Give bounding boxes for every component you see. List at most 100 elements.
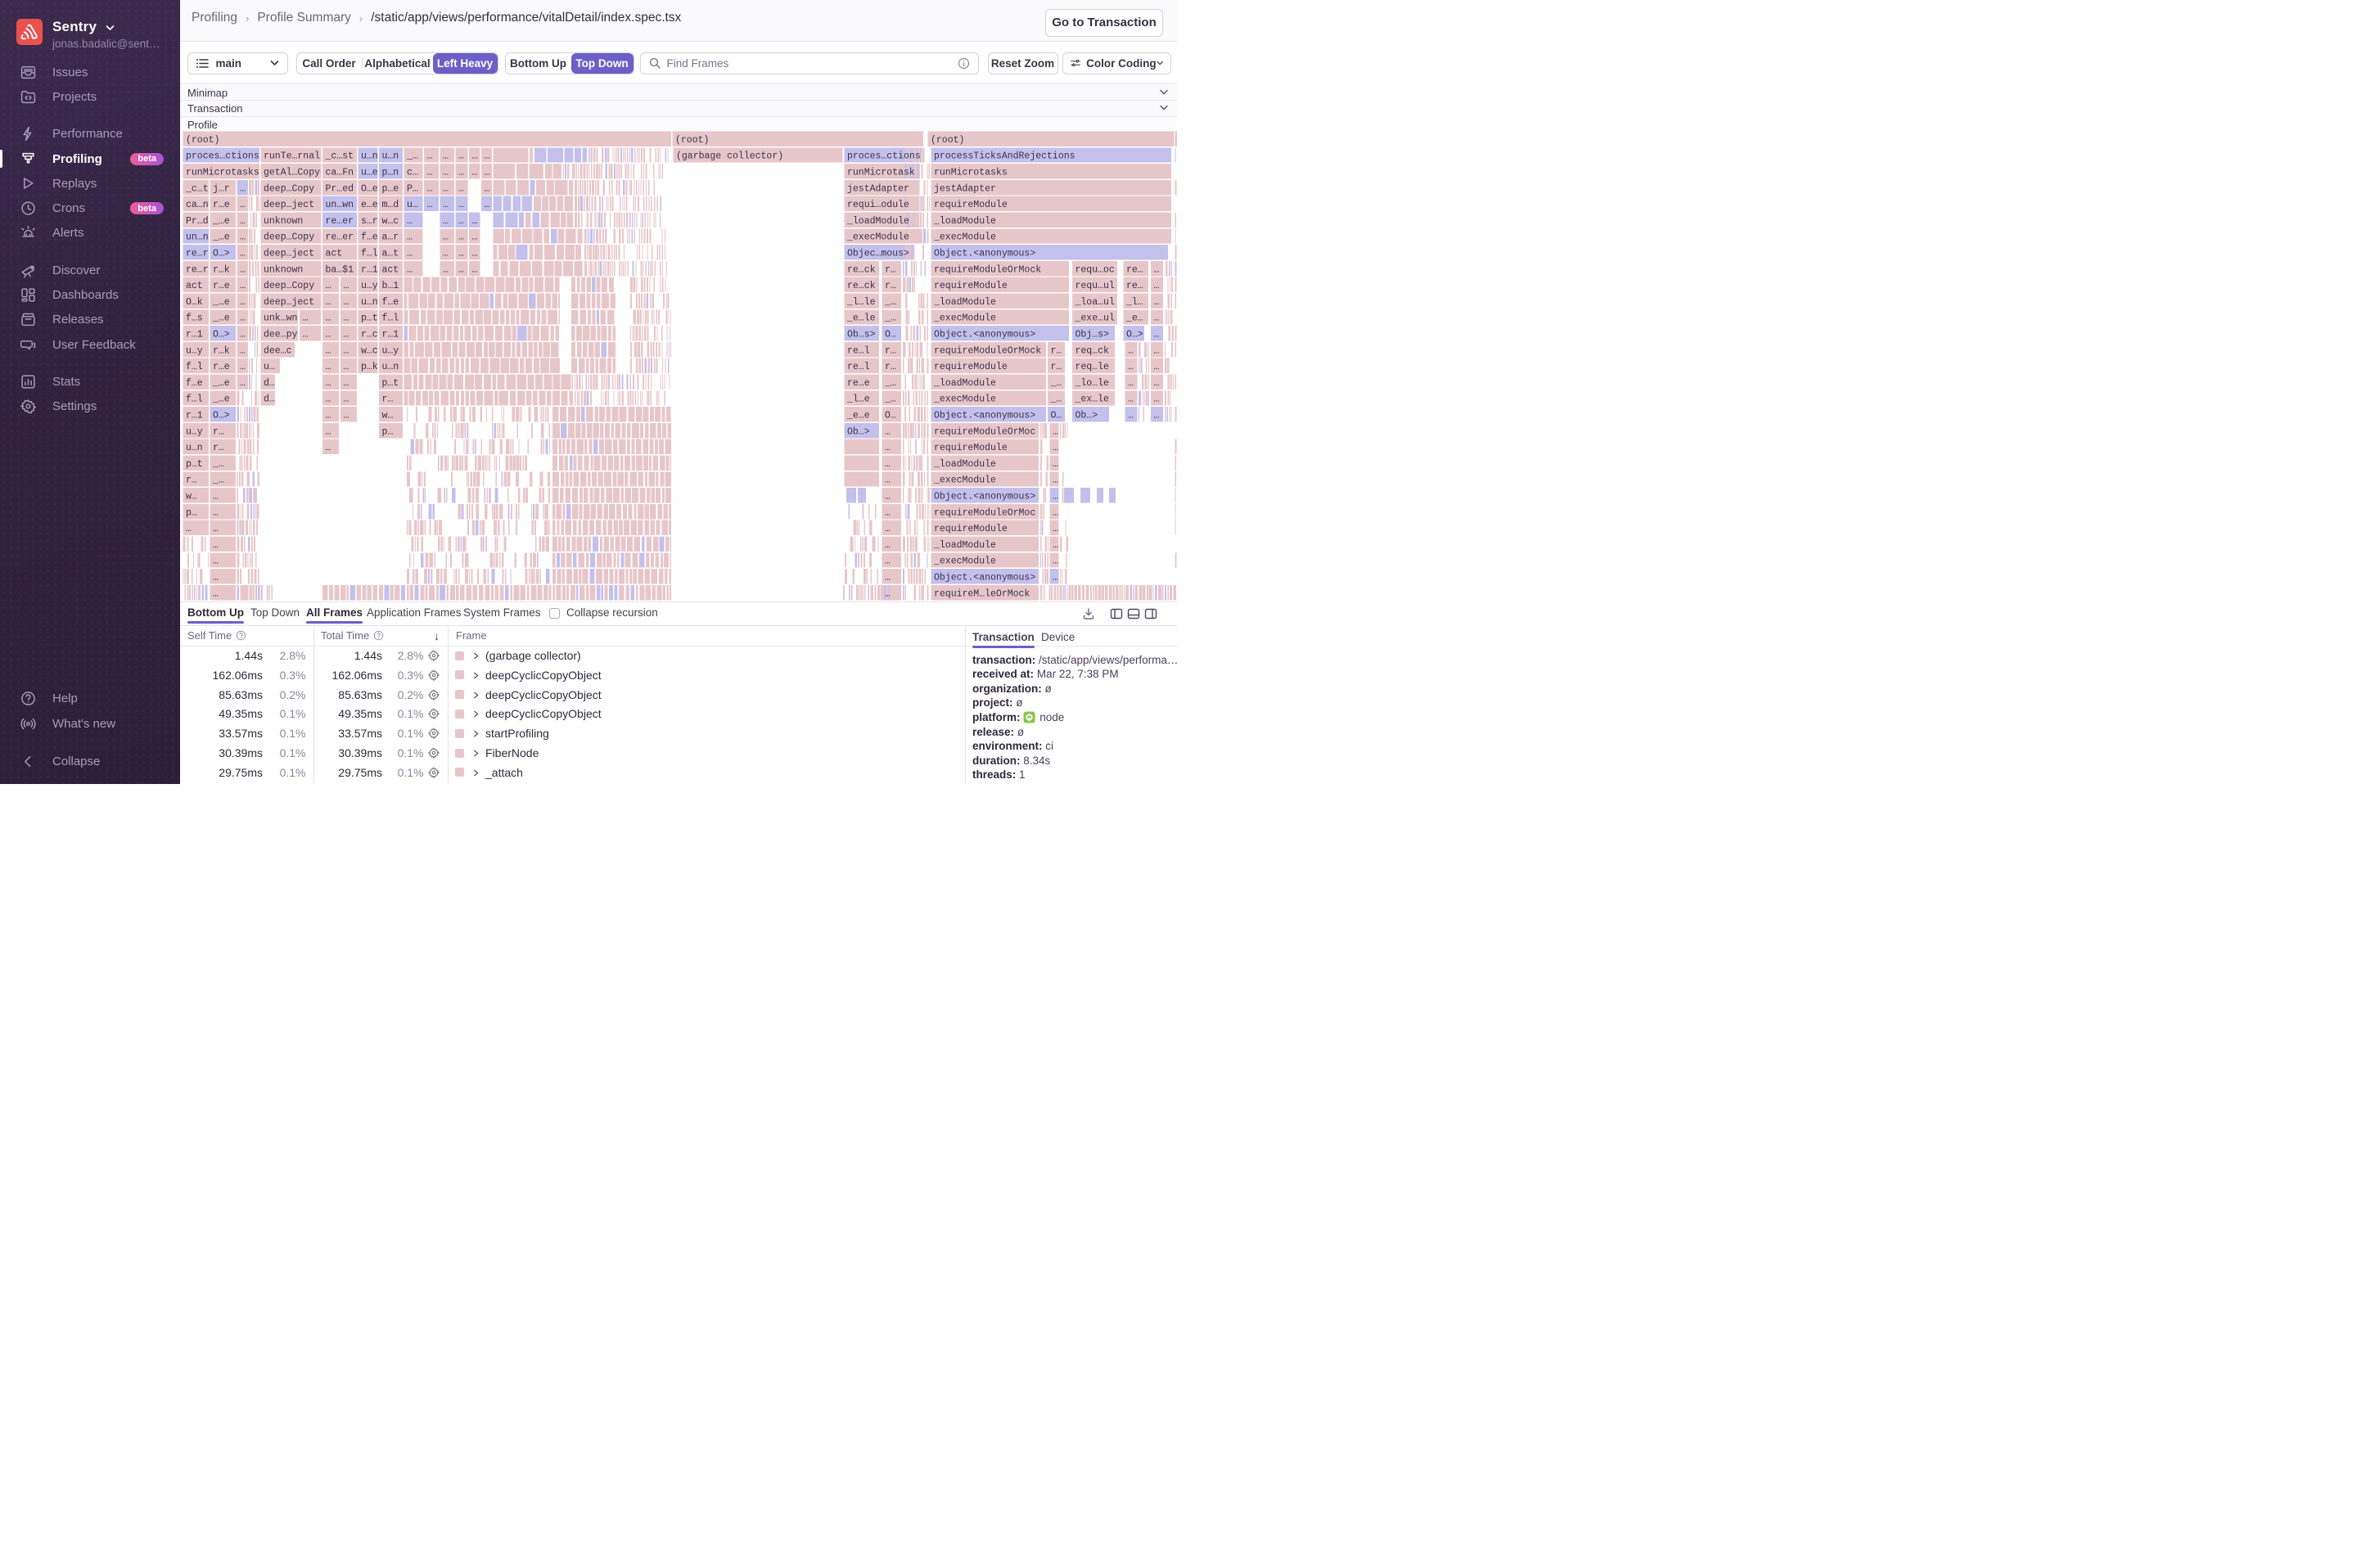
svg-text:Object.<anonymous>: Object.<anonymous> xyxy=(934,411,1035,421)
svg-text:re…: re… xyxy=(1126,264,1143,275)
svg-text:…: … xyxy=(1154,394,1160,405)
svg-text:_…: _… xyxy=(406,151,418,162)
svg-text:r…e: r…e xyxy=(213,281,230,291)
svg-text:…: … xyxy=(472,168,478,178)
svg-text:Object.<anonymous>: Object.<anonymous> xyxy=(934,330,1035,340)
svg-text:Ob…>: Ob…> xyxy=(1076,411,1098,421)
svg-text:…: … xyxy=(326,313,331,324)
svg-text:…: … xyxy=(303,313,309,324)
svg-text:re…r: re…r xyxy=(186,264,209,275)
svg-text:…: … xyxy=(1154,345,1160,356)
svg-text:…: … xyxy=(1154,362,1160,372)
svg-text:…: … xyxy=(326,281,331,291)
svg-text:unk…wn: unk…wn xyxy=(264,313,297,324)
svg-text:requireM…leOrMock: requireM…leOrMock xyxy=(934,588,1030,599)
svg-text:r…e: r…e xyxy=(213,362,230,372)
svg-text:…: … xyxy=(458,216,464,227)
svg-text:f…l: f…l xyxy=(382,313,399,324)
svg-text:unknown: unknown xyxy=(264,264,303,275)
svg-text:processTicksAndRejections: processTicksAndRejections xyxy=(934,151,1076,162)
svg-text:_…: _… xyxy=(884,313,896,324)
svg-text:runMicrotask: runMicrotask xyxy=(847,168,915,178)
svg-text:…: … xyxy=(240,200,246,210)
svg-text:…: … xyxy=(458,200,464,210)
svg-text:re…ck: re…ck xyxy=(847,264,876,275)
svg-text:f…l: f…l xyxy=(186,362,203,372)
svg-text:…: … xyxy=(458,168,464,178)
svg-text:…: … xyxy=(1053,524,1058,534)
svg-text:p…: p… xyxy=(382,426,394,437)
svg-text:_loadModule: _loadModule xyxy=(933,378,996,389)
svg-text:re…l: re…l xyxy=(847,362,870,372)
svg-text:f…e: f…e xyxy=(361,232,378,243)
svg-text:deep…ject: deep…ject xyxy=(264,297,314,308)
svg-text:_l…le: _l…le xyxy=(846,297,876,308)
svg-text:r…: r… xyxy=(213,426,224,437)
svg-text:a…r: a…r xyxy=(382,232,399,243)
svg-text:P…: P… xyxy=(407,183,418,194)
svg-text:_c…t: _c…t xyxy=(185,183,209,194)
svg-text:_c…st: _c…st xyxy=(325,151,354,162)
svg-text:…: … xyxy=(443,183,449,194)
svg-text:w…: w… xyxy=(382,411,394,421)
svg-text:(root): (root) xyxy=(186,135,219,146)
svg-text:getAl…Copy: getAl…Copy xyxy=(264,168,320,178)
svg-text:…: … xyxy=(485,168,490,178)
svg-text:…: … xyxy=(885,573,891,583)
svg-text:_loadModule: _loadModule xyxy=(933,459,996,470)
svg-text:r…: r… xyxy=(885,264,896,275)
svg-text:r…1: r…1 xyxy=(186,330,203,340)
svg-text:u…y: u…y xyxy=(186,426,203,437)
svg-text:…: … xyxy=(472,151,478,162)
svg-text:_…: _… xyxy=(212,475,224,486)
svg-text:requireModule: requireModule xyxy=(934,200,1008,210)
svg-text:r…e: r…e xyxy=(213,200,230,210)
svg-text:re…l: re…l xyxy=(847,345,870,356)
svg-text:…: … xyxy=(1154,378,1160,389)
svg-text:_…: _… xyxy=(884,297,896,308)
svg-text:j…r: j…r xyxy=(213,183,230,194)
svg-text:f…l: f…l xyxy=(361,249,378,259)
svg-text:runMicrotasks: runMicrotasks xyxy=(186,168,259,178)
svg-text:requireModuleOrMock: requireModuleOrMock xyxy=(934,345,1041,356)
svg-text:un…n: un…n xyxy=(186,232,209,243)
svg-text:m…d: m…d xyxy=(382,200,399,210)
svg-text:u…: u… xyxy=(264,362,275,372)
svg-text:…: … xyxy=(885,556,891,567)
svg-text:p…n: p…n xyxy=(382,168,399,178)
svg-text:u…e: u…e xyxy=(361,168,378,178)
svg-text:…: … xyxy=(240,297,246,308)
svg-text:…: … xyxy=(344,362,349,372)
svg-text:…: … xyxy=(213,507,219,518)
svg-text:_execModule: _execModule xyxy=(933,394,996,405)
svg-text:…: … xyxy=(485,183,490,194)
svg-text:…: … xyxy=(885,524,891,534)
svg-text:Pr…d: Pr…d xyxy=(186,216,209,227)
svg-text:…: … xyxy=(443,200,449,210)
svg-text:s…r: s…r xyxy=(361,216,378,227)
svg-text:_e…: _e… xyxy=(1125,313,1143,324)
svg-text:requireModule: requireModule xyxy=(934,524,1008,534)
svg-text:…: … xyxy=(885,459,891,470)
svg-text:…: … xyxy=(885,426,891,437)
svg-text:Pr…ed: Pr…ed xyxy=(326,183,354,194)
svg-text:re…er: re…er xyxy=(326,232,354,243)
svg-text:p…t: p…t xyxy=(361,313,378,324)
svg-text:…: … xyxy=(326,411,331,421)
svg-text:…: … xyxy=(326,345,331,356)
svg-text:…: … xyxy=(885,507,891,518)
svg-text:…: … xyxy=(240,362,246,372)
svg-text:runTe…rnal: runTe…rnal xyxy=(264,151,320,162)
svg-text:r…: r… xyxy=(885,281,896,291)
svg-text:proces…ctions: proces…ctions xyxy=(186,151,259,162)
svg-text:_ex…le: _ex…le xyxy=(1075,394,1110,405)
svg-text:…: … xyxy=(1154,313,1160,324)
svg-text:…: … xyxy=(407,216,413,227)
svg-text:w…c: w…c xyxy=(361,345,378,356)
svg-text:_…e: _…e xyxy=(212,378,230,389)
svg-text:proces…ctions: proces…ctions xyxy=(847,151,921,162)
svg-text:requ…oc: requ…oc xyxy=(1076,264,1115,275)
svg-text:r…k: r…k xyxy=(213,264,230,275)
svg-text:…: … xyxy=(326,394,331,405)
svg-text:…: … xyxy=(240,313,246,324)
